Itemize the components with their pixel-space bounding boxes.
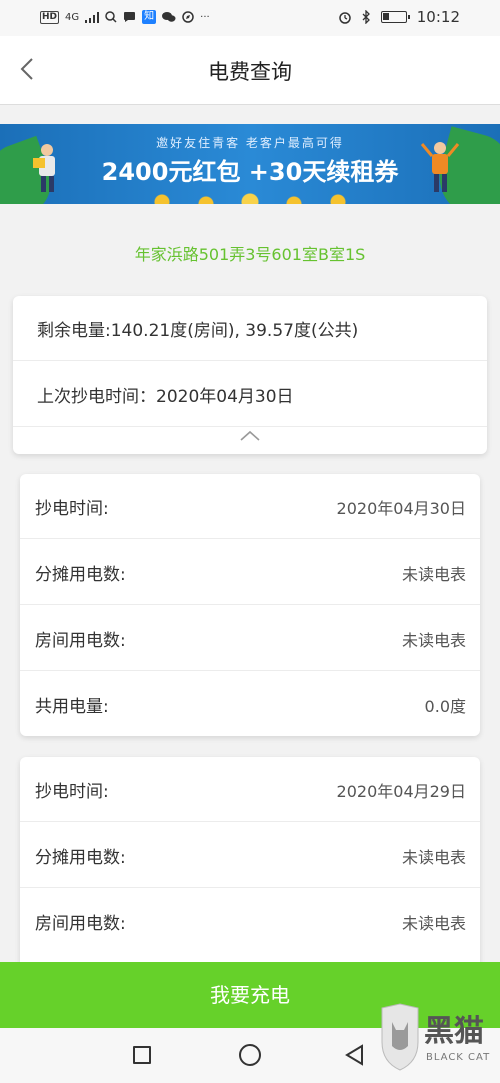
common-usage-value: 0.0度 [424, 697, 466, 716]
black-cat-shield-logo [381, 1003, 419, 1071]
reading-time-label: 抄电时间: [35, 499, 109, 519]
black-cat-watermark: 黑猫 BLACK CAT [374, 1000, 494, 1080]
network-badge: HD [40, 10, 60, 24]
record-row: 共用电量: 0.0度 [20, 672, 480, 737]
back-button[interactable] [344, 1044, 366, 1066]
shared-usage-value: 未读电表 [401, 848, 466, 867]
coins-decoration [140, 190, 360, 204]
room-usage-value: 未读电表 [401, 631, 466, 650]
electricity-summary-card: 剩余电量:140.21度(房间), 39.57度(公共) 上次抄电时间：2020… [13, 296, 487, 454]
promo-banner[interactable]: 邀好友住青客 老客户最高可得 2400元红包 +30天续租券 [0, 124, 500, 204]
page-title: 电费查询 [208, 60, 292, 84]
divider [20, 887, 480, 888]
common-usage-label: 共用电量: [35, 697, 109, 717]
last-reading-time: 上次抄电时间：2020年04月30日 [37, 387, 294, 407]
recent-apps-button[interactable] [133, 1046, 151, 1064]
divider [20, 670, 480, 671]
reading-time-value: 2020年04月30日 [336, 499, 466, 518]
nav-bar: 电费查询 [0, 36, 500, 105]
reading-record-card: 抄电时间: 2020年04月29日 分摊用电数: 未读电表 房间用电数: 未读电… [20, 757, 480, 997]
more-icon: ··· [200, 11, 210, 23]
shared-usage-value: 未读电表 [401, 565, 466, 584]
status-bar: HD 4G 知 ··· 10:12 [0, 0, 500, 36]
record-row: 房间用电数: 未读电表 [20, 606, 480, 671]
bluetooth-icon [362, 10, 370, 24]
divider [13, 360, 487, 361]
signal-icon [85, 11, 100, 23]
banner-subtitle: 邀好友住青客 老客户最高可得 [156, 136, 344, 150]
watermark-subtext: BLACK CAT [426, 1052, 491, 1063]
wechat-icon [162, 12, 176, 22]
status-left: HD 4G 知 ··· [40, 10, 210, 24]
watermark-text: 黑猫 [424, 1014, 484, 1049]
clock: 10:12 [416, 8, 460, 26]
alarm-icon [339, 12, 351, 24]
shared-usage-label: 分摊用电数: [35, 848, 126, 868]
room-usage-label: 房间用电数: [35, 914, 126, 934]
reading-time-label: 抄电时间: [35, 782, 109, 802]
status-right: 10:12 [338, 8, 460, 26]
compass-icon [182, 11, 194, 23]
divider [20, 604, 480, 605]
record-row: 抄电时间: 2020年04月29日 [20, 757, 480, 822]
shared-usage-label: 分摊用电数: [35, 565, 126, 585]
divider [13, 426, 487, 427]
room-usage-label: 房间用电数: [35, 631, 126, 651]
collapse-chevron-up-icon[interactable] [239, 428, 261, 442]
reading-record-card: 抄电时间: 2020年04月30日 分摊用电数: 未读电表 房间用电数: 未读电… [20, 474, 480, 736]
search-icon [105, 11, 117, 23]
banner-headline: 2400元红包 +30天续租券 [101, 158, 399, 186]
signal-label: 4G [65, 11, 80, 23]
remaining-electricity: 剩余电量:140.21度(房间), 39.57度(公共) [37, 321, 359, 341]
reading-time-value: 2020年04月29日 [336, 782, 466, 801]
record-row: 抄电时间: 2020年04月30日 [20, 474, 480, 539]
zhihu-icon: 知 [142, 10, 157, 24]
record-row: 分摊用电数: 未读电表 [20, 823, 480, 888]
message-icon [124, 12, 136, 22]
divider [20, 821, 480, 822]
home-button[interactable] [239, 1044, 261, 1066]
divider [20, 538, 480, 539]
battery-icon [380, 11, 410, 23]
record-row: 房间用电数: 未读电表 [20, 889, 480, 954]
record-row: 分摊用电数: 未读电表 [20, 540, 480, 605]
room-address: 年家浜路501弄3号601室B室1S [134, 245, 366, 264]
room-usage-value: 未读电表 [401, 914, 466, 933]
